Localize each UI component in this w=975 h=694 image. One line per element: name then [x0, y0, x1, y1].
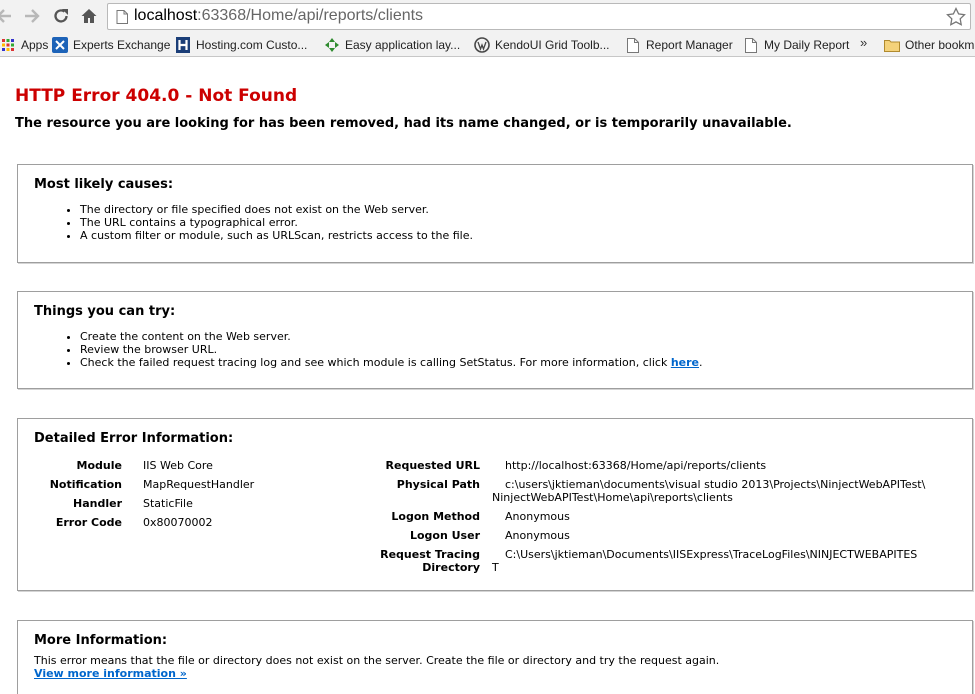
bookmark-my-daily-report[interactable]: My Daily Report [743, 33, 849, 57]
folder-icon [884, 37, 900, 53]
list-item-text: Check the failed request tracing log and… [80, 356, 671, 369]
notification-value: MapRequestHandler [143, 478, 255, 491]
causes-list: The directory or file specified does not… [80, 203, 473, 242]
bookmark-label: Apps [21, 38, 49, 52]
more-info-panel: More Information: This error means that … [17, 620, 973, 694]
try-heading: Things you can try: [34, 304, 176, 319]
url-text[interactable]: localhost:63368/Home/api/reports/clients [134, 7, 423, 25]
handler-label: Handler [73, 497, 122, 510]
apps-grid-icon [0, 37, 16, 53]
physical-path-label: Physical Path [396, 478, 480, 491]
bookmark-label: Easy application lay... [345, 38, 461, 52]
hosting-icon [175, 37, 191, 53]
module-value: IIS Web Core [143, 459, 213, 472]
notification-label: Notification [49, 478, 122, 491]
tracing-directory-line2: T [492, 561, 499, 574]
module-label: Module [76, 459, 122, 472]
list-item: Review the browser URL. [80, 343, 703, 356]
bookmark-label: KendoUI Grid Toolb... [495, 38, 610, 52]
bookmark-other-bookmarks[interactable]: Other bookm [884, 33, 974, 57]
bookmarks-overflow-button[interactable]: » [860, 35, 867, 50]
error-code-label: Error Code [55, 516, 122, 529]
reload-button[interactable] [51, 6, 71, 26]
error-subtitle: The resource you are looking for has bee… [15, 116, 792, 131]
forward-button[interactable] [22, 6, 42, 26]
tracing-label-line2: Directory [422, 561, 480, 574]
list-item: Create the content on the Web server. [80, 330, 703, 343]
link-suffix: . [699, 356, 703, 369]
list-item: The directory or file specified does not… [80, 203, 473, 216]
error-code-value: 0x80070002 [143, 516, 213, 529]
bookmark-label: My Daily Report [764, 38, 850, 52]
bookmark-star-icon[interactable] [946, 7, 966, 27]
wordpress-icon [474, 37, 490, 53]
reload-icon [54, 9, 68, 23]
causes-panel: Most likely causes: The directory or fil… [17, 164, 973, 263]
page-icon [625, 37, 641, 53]
physical-path-value-line2: NinjectWebAPITest\Home\api\reports\clien… [492, 491, 733, 504]
tracing-label-line1: Request Tracing [380, 548, 480, 561]
handler-value: StaticFile [143, 497, 193, 510]
easy-app-icon [324, 37, 340, 53]
bookmark-label: Hosting.com Custo... [196, 38, 308, 52]
logon-method-value: Anonymous [505, 510, 570, 523]
error-title: HTTP Error 404.0 - Not Found [15, 86, 298, 106]
bookmark-label: Report Manager [646, 38, 733, 52]
list-item: A custom filter or module, such as URLSc… [80, 229, 473, 242]
bookmark-report-manager[interactable]: Report Manager [625, 33, 733, 57]
home-button[interactable] [79, 6, 99, 26]
here-link[interactable]: here [671, 356, 699, 369]
bookmarks-bar: Apps Experts Exchange Hosting.com Custo.… [0, 33, 975, 57]
url-host: localhost [134, 7, 198, 24]
browser-toolbar: localhost:63368/Home/api/reports/clients [0, 0, 975, 33]
physical-path-value-line1: c:\users\jktieman\documents\visual studi… [505, 478, 926, 491]
forward-arrow-icon [25, 9, 40, 23]
view-more-information-link[interactable]: View more information » [34, 667, 187, 680]
requested-url-label: Requested URL [385, 459, 480, 472]
bookmark-apps[interactable]: Apps [0, 33, 48, 57]
causes-heading: Most likely causes: [34, 177, 174, 192]
tracing-directory-line1: C:\Users\jktieman\Documents\IISExpress\T… [505, 548, 918, 561]
details-heading: Detailed Error Information: [34, 431, 234, 446]
logon-user-label: Logon User [409, 529, 480, 542]
bookmark-label: Other bookm [905, 38, 975, 52]
home-icon [81, 9, 97, 23]
more-info-text: This error means that the file or direct… [34, 654, 720, 667]
bookmark-easy-application[interactable]: Easy application lay... [324, 33, 460, 57]
bookmark-experts-exchange[interactable]: Experts Exchange [52, 33, 170, 57]
logon-user-value: Anonymous [505, 529, 570, 542]
try-panel: Things you can try: Create the content o… [17, 291, 973, 389]
more-info-heading: More Information: [34, 633, 168, 648]
url-path: :63368/Home/api/reports/clients [197, 7, 424, 24]
try-list: Create the content on the Web server. Re… [80, 330, 703, 369]
details-panel: Detailed Error Information: Module IIS W… [17, 418, 973, 591]
list-item: The URL contains a typographical error. [80, 216, 473, 229]
bookmark-hosting[interactable]: Hosting.com Custo... [175, 33, 307, 57]
page-icon [743, 37, 759, 53]
address-bar[interactable]: localhost:63368/Home/api/reports/clients [107, 3, 971, 30]
back-button[interactable] [0, 6, 14, 26]
back-arrow-icon [0, 9, 11, 23]
bookmark-label: Experts Exchange [73, 38, 171, 52]
requested-url-value: http://localhost:63368/Home/api/reports/… [505, 459, 767, 472]
list-item: Check the failed request tracing log and… [80, 356, 703, 369]
experts-exchange-icon [52, 37, 68, 53]
page-icon [116, 10, 128, 24]
logon-method-label: Logon Method [391, 510, 480, 523]
bookmark-kendoui[interactable]: KendoUI Grid Toolb... [474, 33, 610, 57]
